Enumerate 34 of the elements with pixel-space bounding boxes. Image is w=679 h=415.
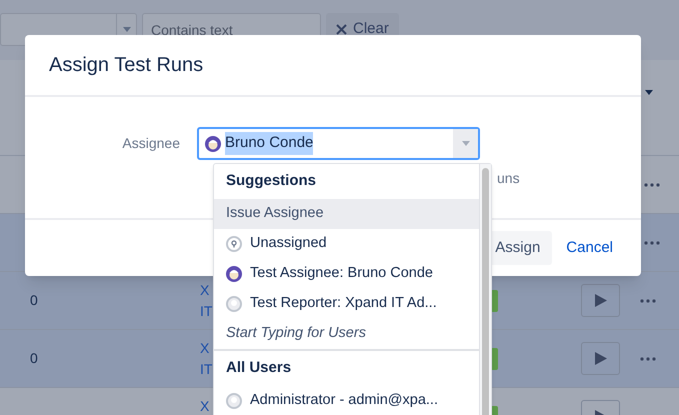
more-icon[interactable] bbox=[640, 356, 656, 360]
suggestion-item[interactable]: Administrator - admin@xpa... bbox=[214, 386, 479, 415]
caret-icon bbox=[645, 90, 653, 95]
group-heading: Suggestions bbox=[226, 171, 316, 192]
cancel-link[interactable]: Cancel bbox=[558, 231, 621, 265]
suggestion-item[interactable]: Test Reporter: Xpand IT Ad... bbox=[214, 289, 479, 319]
more-icon[interactable] bbox=[640, 298, 656, 302]
avatar-icon bbox=[226, 266, 242, 282]
assignee-field[interactable]: Bruno Conde bbox=[197, 127, 480, 160]
more-icon[interactable] bbox=[644, 182, 660, 186]
assignee-value: Bruno Conde bbox=[225, 132, 314, 155]
suggestion-item[interactable]: Test Assignee: Bruno Conde bbox=[214, 259, 479, 289]
count-cell: 0 bbox=[30, 292, 38, 308]
hint-text: uns bbox=[497, 170, 520, 186]
unassigned-icon bbox=[226, 236, 242, 252]
scrollbar[interactable] bbox=[479, 164, 491, 415]
typing-hint: Start Typing for Users bbox=[226, 324, 366, 344]
play-icon bbox=[594, 294, 606, 307]
dialog-title: Assign Test Runs bbox=[49, 53, 204, 78]
play-button[interactable] bbox=[581, 284, 620, 317]
avatar-icon bbox=[205, 136, 221, 152]
play-button[interactable] bbox=[581, 342, 620, 375]
more-icon[interactable] bbox=[644, 240, 660, 244]
assignee-label: Assignee bbox=[121, 134, 181, 153]
group-heading: All Users bbox=[226, 358, 292, 378]
user-silhouette-icon bbox=[226, 296, 242, 312]
play-icon bbox=[594, 352, 606, 365]
caret-icon bbox=[462, 141, 470, 146]
suggestion-item[interactable]: Issue Assignee bbox=[214, 199, 479, 229]
suggestion-item[interactable]: Unassigned bbox=[214, 229, 479, 259]
caret-icon bbox=[122, 27, 130, 32]
count-cell: 0 bbox=[30, 350, 38, 366]
close-icon bbox=[336, 24, 347, 35]
user-silhouette-icon bbox=[226, 393, 242, 409]
